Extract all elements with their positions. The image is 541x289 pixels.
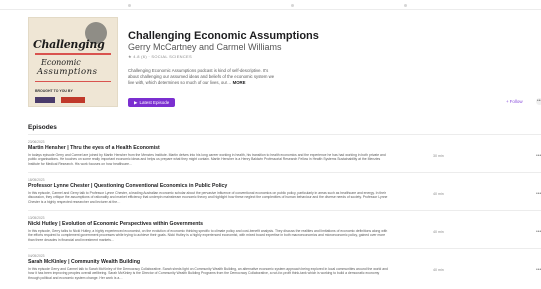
- artwork-sponsor-logo: [35, 97, 55, 103]
- artwork-title-line2: Economic: [41, 58, 81, 67]
- episode-title[interactable]: Professor Lynne Chester | Questioning Co…: [28, 183, 227, 189]
- episode-date: 13/05/2023: [28, 216, 45, 220]
- episode-row[interactable]: 13/05/2023 Nicki Hutley | Evolution of E…: [28, 210, 541, 248]
- episode-title[interactable]: Martin Hensher | Thru the eyes of a Heal…: [28, 145, 160, 151]
- artwork-credit: BROUGHT TO YOU BY: [35, 89, 73, 93]
- episode-date: 04/05/2023: [28, 254, 45, 258]
- artwork-divider: [35, 53, 111, 55]
- top-bar-dot: [291, 4, 294, 7]
- plus-icon: +: [506, 99, 509, 104]
- episode-description: In this episode Gerry and Carmel talk to…: [28, 267, 388, 280]
- episode-duration: 40 min: [433, 192, 444, 196]
- show-meta: ★ 4.8 (6) · SOCIAL SCIENCES: [128, 54, 192, 59]
- episode-more-icon[interactable]: •••: [536, 229, 541, 235]
- episode-row[interactable]: 18/05/2023 Professor Lynne Chester | Que…: [28, 172, 541, 210]
- episode-date: 18/05/2023: [28, 178, 45, 182]
- episode-title[interactable]: Sarah McKinley | Community Wealth Buildi…: [28, 259, 140, 265]
- episode-duration: 30 min: [433, 154, 444, 158]
- show-description: Challenging Economic Assumptions podcast…: [128, 68, 276, 86]
- top-bar-dot: [404, 4, 407, 7]
- artwork-title-line3: Assumptions: [37, 67, 98, 77]
- episode-duration: 40 min: [433, 268, 444, 272]
- show-description-text: Challenging Economic Assumptions podcast…: [128, 68, 275, 85]
- top-bar-dot: [128, 4, 131, 7]
- episode-list: 23/06/2023 Martin Hensher | Thru the eye…: [28, 134, 541, 286]
- artwork-sponsor-logo: [61, 97, 85, 103]
- episode-row[interactable]: 04/05/2023 Sarah McKinley | Community We…: [28, 248, 541, 286]
- show-author[interactable]: Gerry McCartney and Carmel Williams: [128, 42, 282, 52]
- episodes-heading: Episodes: [28, 124, 57, 131]
- episode-description: In this episode, Gerry talks to Nicki Hu…: [28, 229, 388, 242]
- latest-episode-label: Latest Episode: [139, 100, 170, 105]
- episode-more-icon[interactable]: •••: [536, 191, 541, 197]
- show-title: Challenging Economic Assumptions: [128, 30, 319, 42]
- show-description-more-link[interactable]: MORE: [233, 80, 246, 85]
- episode-more-icon[interactable]: •••: [536, 267, 541, 273]
- window-top-bar: [0, 0, 541, 10]
- podcast-artwork[interactable]: Challenging Economic Assumptions BROUGHT…: [28, 17, 118, 107]
- episode-title[interactable]: Nicki Hutley | Evolution of Economic Per…: [28, 221, 203, 227]
- play-icon: ▶: [134, 99, 138, 105]
- episode-description: In todays episode Gerry and Carmel are j…: [28, 153, 386, 166]
- episode-more-icon[interactable]: •••: [536, 153, 541, 159]
- show-more-options-button[interactable]: •••: [536, 98, 541, 105]
- episode-description: In this episode, Carmel and Gerry talk t…: [28, 191, 388, 204]
- follow-label: Follow: [509, 99, 523, 104]
- episode-row[interactable]: 23/06/2023 Martin Hensher | Thru the eye…: [28, 134, 541, 172]
- artwork-title-line1: Challenging: [33, 38, 105, 51]
- latest-episode-button[interactable]: ▶ Latest Episode: [128, 98, 176, 107]
- follow-button[interactable]: + Follow: [506, 99, 523, 104]
- artwork-divider: [35, 81, 111, 82]
- episode-duration: 40 min: [433, 230, 444, 234]
- episode-date: 23/06/2023: [28, 140, 45, 144]
